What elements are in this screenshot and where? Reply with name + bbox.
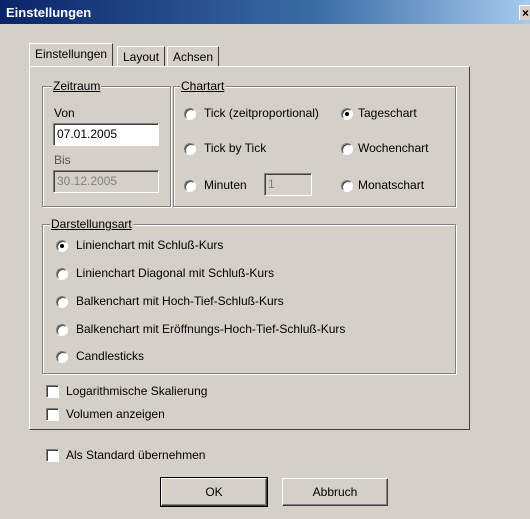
radio-tick-zeitproportional[interactable] [184,108,196,120]
radio-label-tick-zeitproportional: Tick (zeitproportional) [204,106,319,120]
radio-label-monatschart: Monatschart [358,178,425,192]
von-input[interactable]: 07.01.2005 [53,123,159,146]
radio-monatschart[interactable] [341,180,353,192]
close-icon[interactable]: × [519,5,530,20]
radio-candlesticks[interactable] [56,351,68,363]
log-scale-checkbox[interactable] [46,385,59,398]
radio-tick-by-tick[interactable] [184,143,196,155]
zeitraum-legend: Zeitraum [52,79,102,93]
radio-label-tick-by-tick: Tick by Tick [204,141,267,155]
title-bar: Einstellungen × [0,0,530,24]
tab-einstellungen[interactable]: Einstellungen [29,43,114,66]
volumen-checkbox[interactable] [46,408,59,421]
radio-label-tageschart: Tageschart [358,106,417,120]
chartart-legend: Chartart [180,79,226,93]
tab-layout[interactable]: Layout [117,46,166,66]
log-scale-label: Logarithmische Skalierung [66,384,208,398]
radio-linienchart[interactable] [56,240,68,252]
cancel-button[interactable]: Abbruch [282,478,388,506]
radio-label-balkenchart-htsk: Balkenchart mit Hoch-Tief-Schluß-Kurs [76,294,284,308]
von-label: Von [54,106,75,120]
tab-achsen[interactable]: Achsen [167,46,220,66]
radio-tageschart[interactable] [341,108,353,120]
bis-input[interactable]: 30.12.2005 [53,170,159,193]
radio-label-linienchart-diagonal: Linienchart Diagonal mit Schluß-Kurs [76,266,275,280]
radio-label-minuten: Minuten [204,178,247,192]
radio-wochenchart[interactable] [341,143,353,155]
standard-checkbox[interactable] [46,449,59,462]
window-title: Einstellungen [6,5,92,20]
radio-balkenchart-ohtsk[interactable] [56,324,68,336]
radio-label-candlesticks: Candlesticks [76,349,145,363]
radio-linienchart-diagonal[interactable] [56,268,68,280]
minuten-input[interactable]: 1 [264,173,312,196]
radio-minuten[interactable] [184,180,196,192]
radio-balkenchart-htsk[interactable] [56,296,68,308]
bis-label: Bis [54,153,71,167]
radio-label-balkenchart-ohtsk: Balkenchart mit Eröffnungs-Hoch-Tief-Sch… [76,322,346,336]
standard-label: Als Standard übernehmen [66,448,206,462]
ok-button[interactable]: OK [160,477,268,507]
radio-label-wochenchart: Wochenchart [358,141,429,155]
darstellungsart-legend: Darstellungsart [50,217,133,231]
volumen-label: Volumen anzeigen [66,407,165,421]
radio-label-linienchart: Linienchart mit Schluß-Kurs [76,238,224,252]
